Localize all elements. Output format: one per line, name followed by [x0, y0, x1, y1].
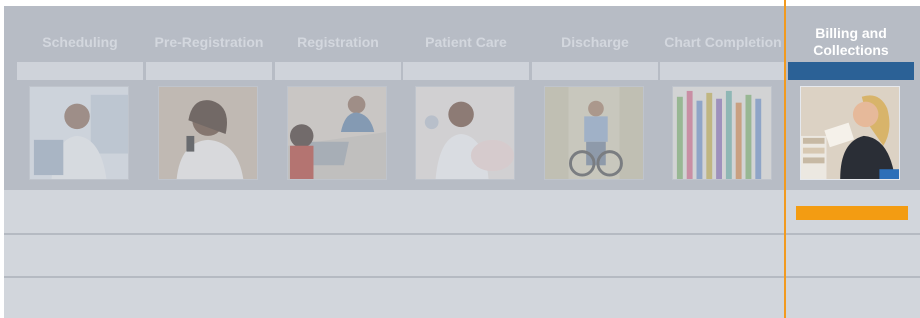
timeline-rows — [4, 190, 920, 318]
row-separator — [4, 276, 920, 278]
chart-files-photo — [672, 86, 772, 180]
wheelchair-patient-photo — [544, 86, 644, 180]
stage-chart-completion[interactable]: Chart Completion — [660, 6, 786, 190]
stage-label: Discharge — [561, 33, 629, 50]
billing-progress-bar — [796, 206, 908, 220]
stage-label: Pre-Registration — [154, 33, 264, 50]
stage-bar — [146, 62, 272, 80]
current-stage-marker — [784, 0, 786, 318]
stage-bar — [17, 62, 143, 80]
woman-on-phone-photo — [158, 86, 258, 180]
stage-registration[interactable]: Registration — [275, 6, 401, 190]
row-separator — [4, 233, 920, 235]
stage-billing-and-collections[interactable]: Billing and Collections — [788, 6, 914, 190]
stage-label: Scheduling — [42, 33, 118, 50]
stage-label: Patient Care — [425, 33, 507, 50]
stage-bar — [403, 62, 529, 80]
stage-pre-registration[interactable]: Pre-Registration — [146, 6, 272, 190]
stage-label: Billing and Collections — [813, 25, 889, 58]
stage-discharge[interactable]: Discharge — [532, 6, 658, 190]
stage-label: Chart Completion — [664, 33, 782, 50]
stage-bar — [275, 62, 401, 80]
stage-label: Registration — [297, 33, 379, 50]
stage-scheduling[interactable]: Scheduling — [17, 6, 143, 190]
stage-bar-active — [788, 62, 914, 80]
receptionist-headset-photo — [29, 86, 129, 180]
stage-bar — [660, 62, 786, 80]
registration-desk-photo — [287, 86, 387, 180]
stage-bar — [532, 62, 658, 80]
nurse-care-photo — [415, 86, 515, 180]
stage-patient-care[interactable]: Patient Care — [403, 6, 529, 190]
billing-clerk-photo — [800, 86, 900, 180]
